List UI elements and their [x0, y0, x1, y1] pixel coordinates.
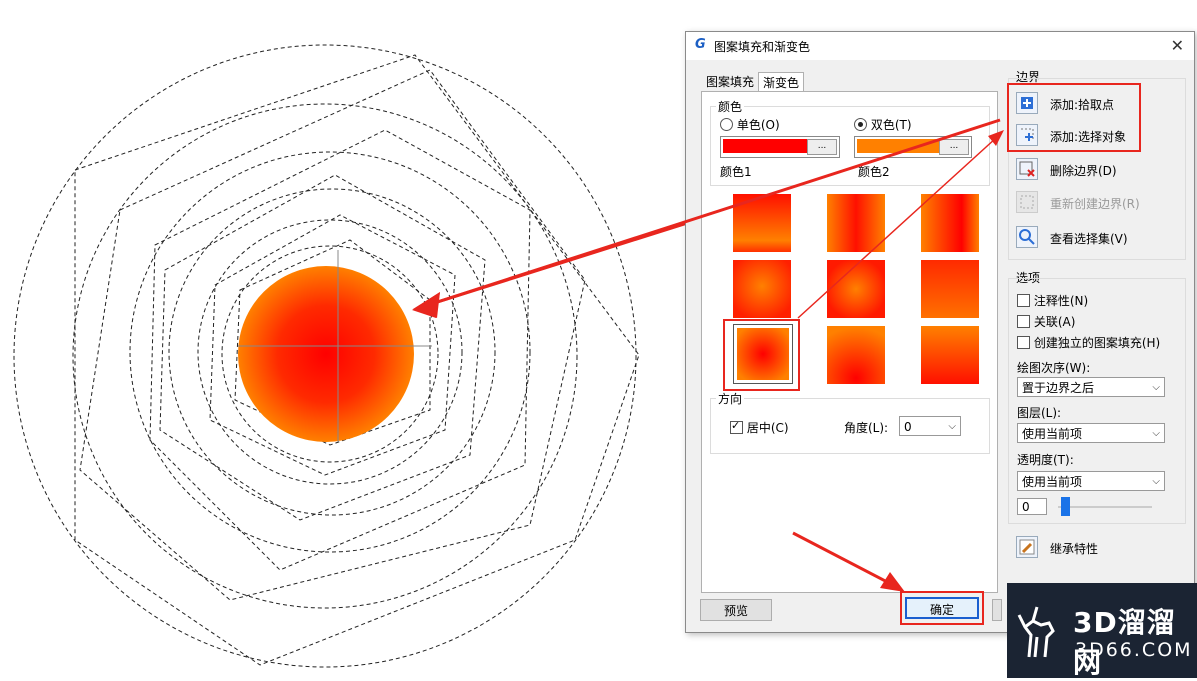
deer-logo-icon [1017, 606, 1055, 658]
annotation-arrows [413, 118, 1004, 592]
watermark-url: 3D66.COM [1075, 639, 1193, 661]
watermark: 3D溜溜网 3D66.COM [1007, 583, 1197, 679]
